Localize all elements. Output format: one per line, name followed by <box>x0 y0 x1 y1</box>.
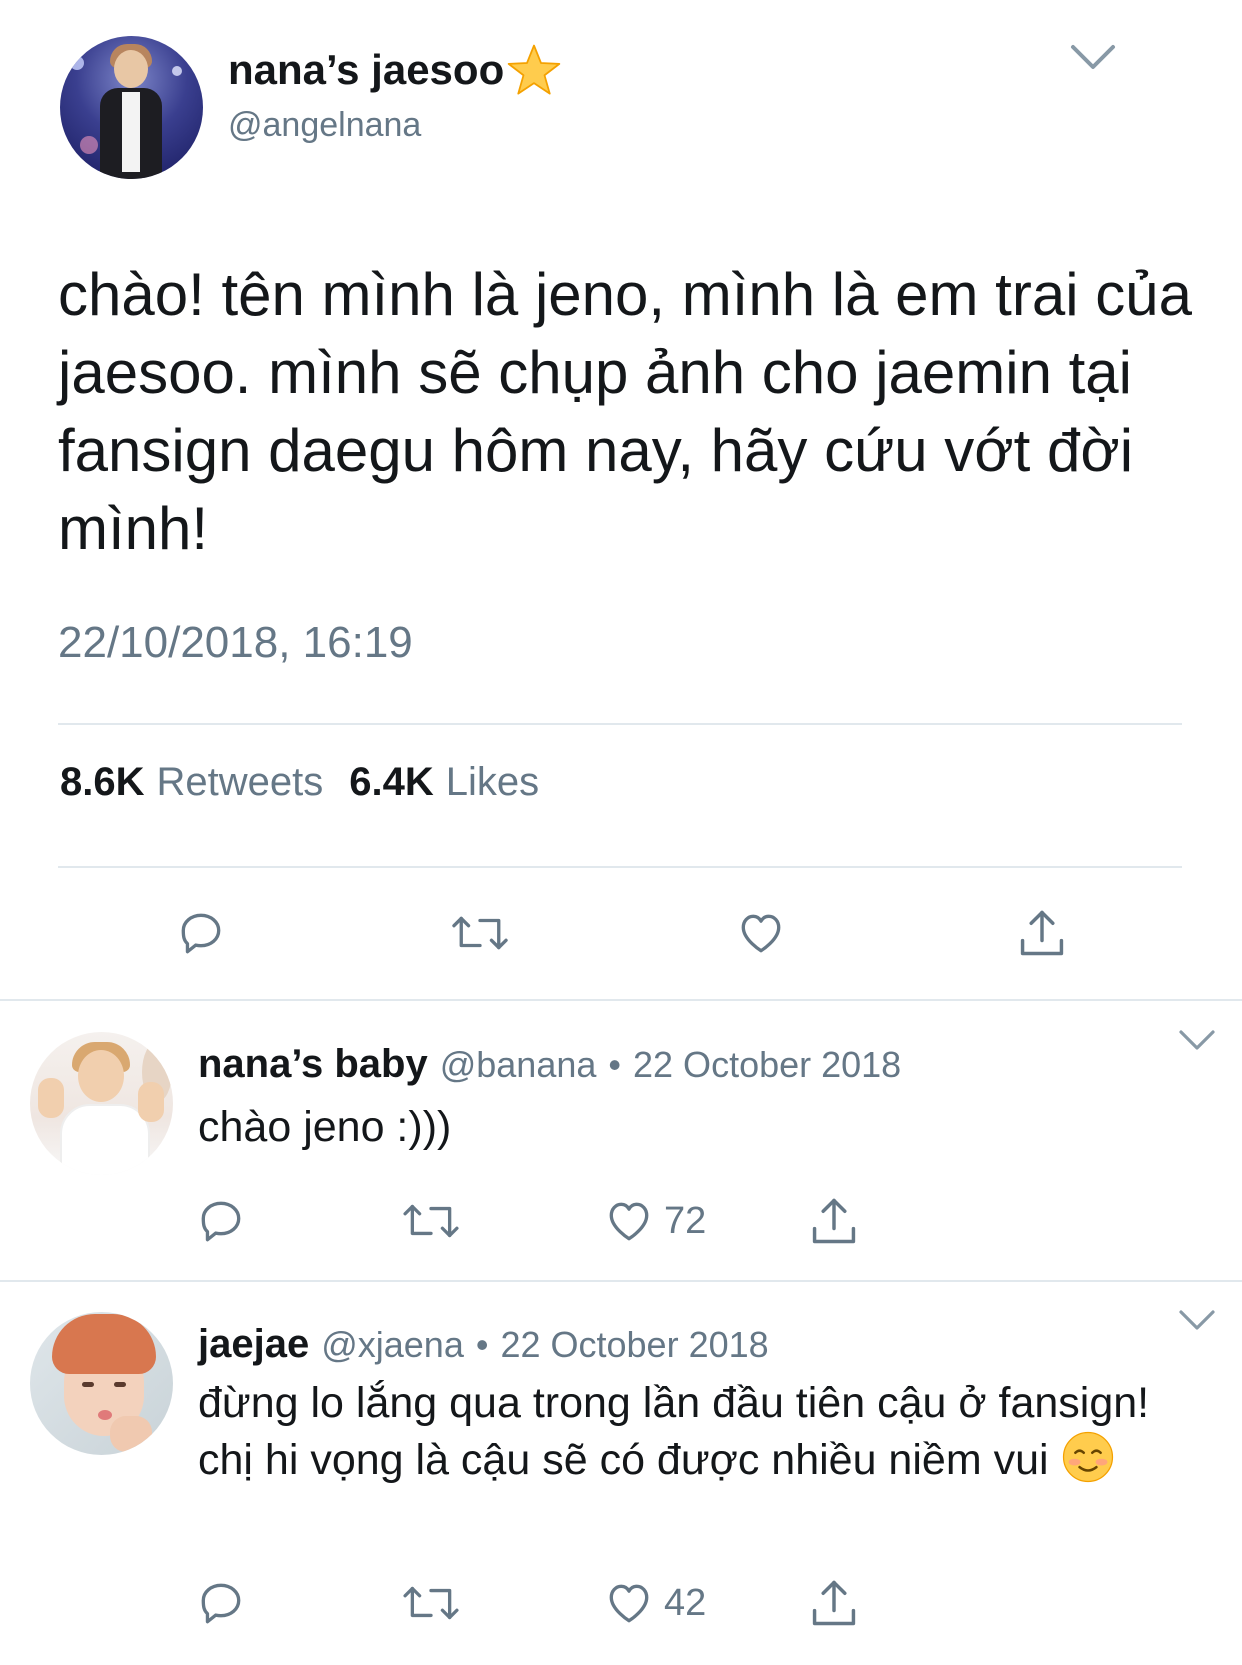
reply-display-name[interactable]: jaejae <box>198 1322 309 1367</box>
avatar-person-mouth <box>98 1410 112 1420</box>
share-icon <box>1020 910 1064 956</box>
divider <box>0 999 1242 1001</box>
reply-icon <box>201 1201 241 1242</box>
avatar-light-decoration <box>80 136 98 154</box>
like-icon <box>609 1202 649 1241</box>
share-button[interactable] <box>808 1194 860 1248</box>
reply-avatar[interactable] <box>30 1312 173 1455</box>
reply-header: nana’s baby @banana • 22 October 2018 <box>198 1042 901 1087</box>
tweet-stats: 8.6K Retweets 6.4K Likes <box>60 760 565 805</box>
reply-separator: • <box>608 1044 622 1085</box>
share-button[interactable] <box>808 1576 860 1630</box>
retweets-label[interactable]: Retweets <box>157 760 324 805</box>
like-count: 42 <box>664 1581 707 1624</box>
reply-date[interactable]: 22 October 2018 <box>500 1324 768 1366</box>
avatar-person-hair <box>52 1314 156 1374</box>
reply-date[interactable]: 22 October 2018 <box>633 1044 901 1086</box>
like-icon <box>609 1584 649 1623</box>
retweet-icon <box>403 1586 459 1620</box>
like-button[interactable]: 72 <box>604 1196 706 1246</box>
avatar-light-decoration <box>172 66 182 76</box>
main-tweet-timestamp[interactable]: 22/10/2018, 16:19 <box>58 618 413 668</box>
reply-button[interactable] <box>196 1578 246 1628</box>
chevron-down-icon[interactable] <box>1178 1028 1216 1052</box>
main-tweet-author[interactable]: nana’s jaesoo <box>228 42 562 98</box>
avatar-person-shirt <box>122 92 140 172</box>
retweet-icon <box>403 1204 459 1238</box>
avatar-person-head <box>114 50 148 88</box>
divider <box>0 1280 1242 1282</box>
main-tweet-handle[interactable]: @angelnana <box>228 106 421 145</box>
divider <box>58 723 1182 725</box>
reply-display-name[interactable]: nana’s baby <box>198 1042 428 1087</box>
likes-count[interactable]: 6.4K <box>349 760 434 805</box>
likes-label[interactable]: Likes <box>446 760 539 805</box>
reply-icon <box>181 913 221 954</box>
avatar-person-body <box>60 1104 150 1175</box>
share-icon <box>812 1198 856 1244</box>
divider <box>58 866 1182 868</box>
star-icon <box>507 44 561 95</box>
like-count: 72 <box>664 1199 707 1242</box>
share-icon <box>812 1580 856 1626</box>
avatar-light-decoration <box>70 56 84 70</box>
avatar-person-hand <box>38 1078 64 1118</box>
main-tweet-text: chào! tên mình là jeno, mình là em trai … <box>58 261 1209 562</box>
reply-header: jaejae @xjaena • 22 October 2018 <box>198 1322 769 1367</box>
main-tweet-avatar[interactable] <box>60 36 203 179</box>
retweet-button[interactable] <box>402 1578 460 1628</box>
avatar-person-eye <box>82 1382 94 1387</box>
chevron-down-icon[interactable] <box>1070 42 1116 72</box>
main-tweet-display-name[interactable]: nana’s jaesoo <box>228 46 504 94</box>
avatar-person-eye <box>114 1382 126 1387</box>
avatar-person-hand <box>138 1082 164 1122</box>
retweet-button[interactable] <box>402 1196 460 1246</box>
share-button[interactable] <box>1016 906 1068 960</box>
like-button[interactable] <box>736 908 786 958</box>
avatar-person-hand <box>110 1416 152 1452</box>
avatar-person-head <box>78 1050 124 1102</box>
smiling-face-emoji-icon <box>1062 1431 1113 1483</box>
like-icon <box>741 914 781 953</box>
reply-handle[interactable]: @banana <box>440 1044 597 1086</box>
retweet-button[interactable] <box>450 908 510 958</box>
reply-avatar[interactable] <box>30 1032 173 1175</box>
reply-text: đừng lo lắng qua trong lần đầu tiên cậu … <box>198 1379 1162 1484</box>
like-button[interactable]: 42 <box>604 1578 706 1628</box>
retweet-icon <box>452 916 508 950</box>
reply-separator: • <box>475 1324 489 1365</box>
retweets-count[interactable]: 8.6K <box>60 760 145 805</box>
reply-text-container: đừng lo lắng qua trong lần đầu tiên cậu … <box>198 1376 1198 1487</box>
reply-icon <box>201 1583 241 1624</box>
reply-text: chào jeno :))) <box>198 1103 452 1151</box>
reply-handle[interactable]: @xjaena <box>321 1324 464 1366</box>
reply-button[interactable] <box>176 908 226 958</box>
reply-button[interactable] <box>196 1196 246 1246</box>
chevron-down-icon[interactable] <box>1178 1308 1216 1332</box>
